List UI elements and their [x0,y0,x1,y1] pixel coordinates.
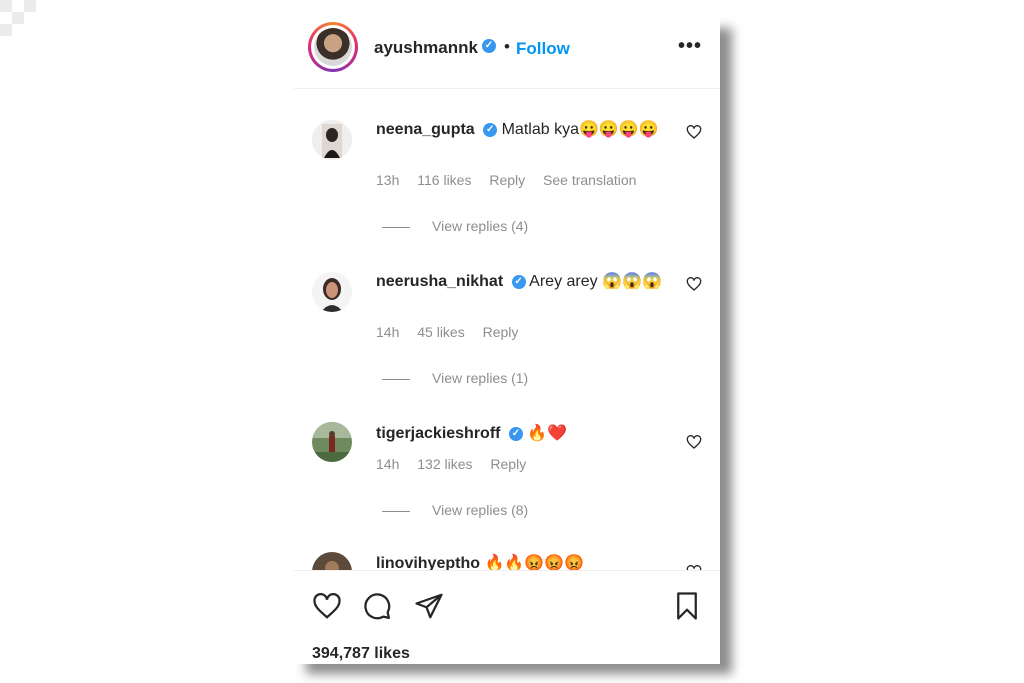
comment-meta: 13h 116 likes Reply See translation [376,172,650,188]
comment-time: 14h [376,324,400,340]
comment-meta: 14h 132 likes Reply [376,456,540,472]
comment-username[interactable]: neena_gupta [376,121,475,138]
comment-text: tigerjackieshroff ✓ 🔥❤️ [376,422,666,446]
comment-username[interactable]: linovihyeptho [376,555,480,570]
post-header: ayushmannk ✓ • Follow ••• [294,18,720,89]
bookmark-icon[interactable] [672,591,702,621]
comment-avatar[interactable] [312,552,352,570]
linovi-avatar-image [312,552,352,570]
comment-icon[interactable] [362,591,392,621]
comments-list[interactable]: neena_gupta ✓ Matlab kya😛😛😛😛 13h 116 lik… [294,90,720,570]
comment-likes[interactable]: 45 likes [417,324,464,340]
comment-emoji: 🔥❤️ [527,425,568,442]
reply-link[interactable]: Reply [490,456,526,472]
view-replies-link[interactable]: View replies (8) [382,502,528,518]
corner-decoration [0,0,40,40]
comment-avatar[interactable] [312,422,352,462]
comment-avatar[interactable] [312,272,352,312]
comment-username[interactable]: neerusha_nikhat [376,273,503,290]
neena-avatar-image [312,120,352,160]
view-replies-label: View replies (4) [432,218,529,234]
comment-emoji: 🔥🔥😡😡😡 [484,555,585,570]
comment-body: Arey arey [529,273,598,290]
view-replies-label: View replies (1) [432,370,529,386]
heart-icon[interactable] [312,591,342,621]
more-options-icon[interactable]: ••• [672,34,708,59]
verified-badge-icon: ✓ [508,426,523,441]
post-actions-bar: 394,787 likes [294,570,720,664]
comment-text: neena_gupta ✓ Matlab kya😛😛😛😛 [376,118,666,142]
comment-text: neerusha_nikhat ✓ Arey arey 😱😱😱 [376,270,666,294]
see-translation-link[interactable]: See translation [543,172,636,188]
instagram-post-card: ayushmannk ✓ • Follow ••• neena_gupta ✓ … [294,18,720,664]
reply-link[interactable]: Reply [483,324,519,340]
replies-divider-line [382,378,410,380]
send-icon[interactable] [414,591,444,621]
comment-likes[interactable]: 132 likes [417,456,472,472]
comment-like-heart-icon[interactable] [686,276,702,292]
comment-emoji: 😛😛😛😛 [578,121,659,138]
comment-text: linovihyeptho 🔥🔥😡😡😡 [376,552,666,570]
comment-like-heart-icon[interactable] [686,124,702,140]
comment-emoji: 😱😱😱 [602,273,662,290]
comment-time: 13h [376,172,400,188]
comment-body: Matlab kya [501,121,579,138]
comment-like-heart-icon[interactable] [686,434,702,450]
comment-likes[interactable]: 116 likes [417,172,471,188]
replies-divider-line [382,510,410,512]
separator-dot: • [504,37,510,56]
author-username[interactable]: ayushmannk [374,38,478,58]
reply-link[interactable]: Reply [489,172,525,188]
tiger-avatar-image [312,422,352,462]
view-replies-link[interactable]: View replies (1) [382,370,528,386]
verified-badge-icon: ✓ [482,39,496,53]
comment-avatar[interactable] [312,120,352,160]
follow-button[interactable]: Follow [516,39,570,59]
verified-badge-icon: ✓ [511,274,526,289]
comment-username[interactable]: tigerjackieshroff [376,425,500,442]
nikhat-avatar-image [312,272,352,312]
post-likes-count[interactable]: 394,787 likes [312,645,410,663]
comment-time: 14h [376,456,400,472]
author-avatar[interactable] [308,22,358,72]
verified-badge-icon: ✓ [483,122,498,137]
replies-divider-line [382,226,410,228]
view-replies-label: View replies (8) [432,502,529,518]
view-replies-link[interactable]: View replies (4) [382,218,528,234]
comment-meta: 14h 45 likes Reply [376,324,532,340]
